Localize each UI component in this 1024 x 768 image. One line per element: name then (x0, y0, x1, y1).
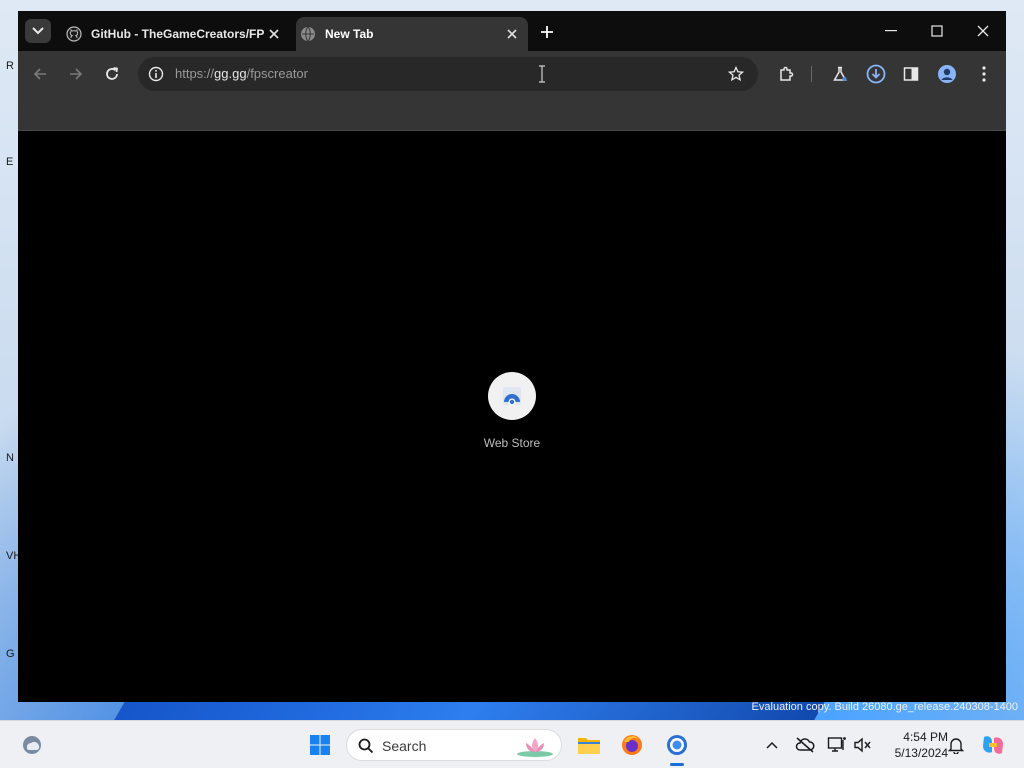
browser-toolbar: https://gg.gg/fpscreator (18, 51, 1006, 97)
desktop-icon-label[interactable]: G (6, 648, 15, 660)
new-tab-page: Web Store (18, 132, 1006, 702)
menu-button[interactable] (972, 62, 996, 86)
chrome-button[interactable] (663, 731, 691, 759)
taskbar-search[interactable]: Search (346, 729, 562, 761)
maximize-button[interactable] (922, 19, 952, 43)
lotus-highlight-icon (517, 738, 553, 757)
tab-new-tab[interactable]: New Tab (296, 17, 528, 51)
browser-window: GitHub - TheGameCreators/FP New Tab http… (18, 11, 1006, 702)
onedrive-button[interactable] (794, 735, 816, 755)
reload-button[interactable] (100, 62, 124, 86)
desktop-icon-label[interactable]: R (6, 60, 14, 72)
firefox-icon (622, 735, 642, 755)
clock-time: 4:54 PM (903, 730, 948, 744)
arrow-right-icon (70, 68, 83, 80)
folder-icon (578, 738, 600, 754)
tab-github[interactable]: GitHub - TheGameCreators/FP (62, 17, 290, 51)
notifications-button[interactable] (946, 735, 966, 755)
chevron-up-icon (766, 741, 778, 749)
minimize-button[interactable] (876, 19, 906, 43)
side-panel-button[interactable] (899, 62, 923, 86)
plus-icon (541, 26, 553, 38)
shortcut-tile (488, 372, 536, 420)
shortcut-label: Web Store (483, 436, 541, 450)
search-icon (358, 738, 374, 754)
network-button[interactable] (826, 735, 848, 755)
flask-icon (833, 66, 847, 81)
firefox-button[interactable] (618, 731, 646, 759)
reload-icon (106, 67, 119, 80)
back-button[interactable] (28, 62, 52, 86)
volume-button[interactable] (852, 735, 874, 755)
file-explorer-button[interactable] (575, 731, 603, 759)
toolbar-divider (811, 66, 812, 82)
taskbar: Search 4:54 PM 5/13/2024 (0, 720, 1024, 768)
search-label: Search (382, 738, 427, 754)
site-info-icon[interactable] (146, 64, 166, 84)
labs-button[interactable] (828, 62, 852, 86)
desktop-icon-label[interactable]: E (6, 156, 13, 168)
clock-date: 5/13/2024 (894, 746, 948, 760)
windows-logo-icon (310, 735, 330, 755)
show-hidden-icons-button[interactable] (762, 735, 782, 755)
close-icon (269, 29, 279, 39)
close-tab-button[interactable] (502, 24, 522, 44)
url-host: gg.gg (214, 66, 247, 81)
evaluation-watermark: Evaluation copy. Build 26080.ge_release.… (751, 701, 1018, 713)
clock[interactable]: 4:54 PM 5/13/2024 (878, 729, 948, 761)
close-window-button[interactable] (968, 19, 998, 43)
minimize-icon (885, 30, 897, 32)
arrow-left-icon (33, 68, 46, 80)
copilot-button[interactable] (978, 731, 1008, 759)
widgets-button[interactable] (18, 733, 46, 757)
download-icon (866, 64, 886, 84)
maximize-icon (931, 25, 943, 37)
weather-icon (23, 736, 41, 754)
close-icon (507, 29, 517, 39)
forward-button[interactable] (64, 62, 88, 86)
star-icon (728, 66, 744, 82)
web-store-icon (503, 387, 521, 406)
tab-title: GitHub - TheGameCreators/FP (91, 27, 264, 41)
desktop-icon-label[interactable]: N (6, 452, 14, 464)
tab-search-button[interactable] (25, 19, 51, 43)
bell-icon (948, 738, 964, 754)
puzzle-icon (780, 66, 794, 81)
network-icon (827, 737, 846, 752)
url-scheme: https:// (175, 66, 215, 81)
close-tab-button[interactable] (264, 24, 284, 44)
text-cursor-icon (539, 65, 545, 83)
downloads-button[interactable] (864, 62, 888, 86)
extensions-button[interactable] (774, 62, 798, 86)
tab-strip: GitHub - TheGameCreators/FP New Tab (18, 11, 1006, 51)
github-icon (66, 26, 82, 42)
profile-button[interactable] (935, 62, 959, 86)
new-tab-button[interactable] (536, 21, 558, 43)
globe-icon (300, 26, 316, 42)
chrome-icon (667, 735, 687, 755)
tab-title: New Tab (325, 27, 374, 41)
start-button[interactable] (306, 731, 334, 759)
cloud-offline-icon (795, 737, 815, 753)
address-bar[interactable]: https://gg.gg/fpscreator (138, 57, 758, 91)
bookmarks-bar (18, 97, 1006, 131)
address-text[interactable]: https://gg.gg/fpscreator (175, 66, 308, 81)
chevron-down-icon (32, 27, 44, 35)
copilot-icon (983, 736, 1003, 754)
bookmark-star-button[interactable] (726, 64, 746, 84)
shortcut-web-store[interactable]: Web Store (462, 372, 562, 462)
active-app-indicator (670, 763, 684, 766)
kebab-menu-icon (982, 66, 986, 82)
avatar-icon (938, 65, 956, 83)
url-path: /fpscreator (246, 66, 308, 81)
speaker-muted-icon (854, 737, 871, 753)
close-icon (977, 25, 989, 37)
side-panel-icon (903, 67, 919, 81)
